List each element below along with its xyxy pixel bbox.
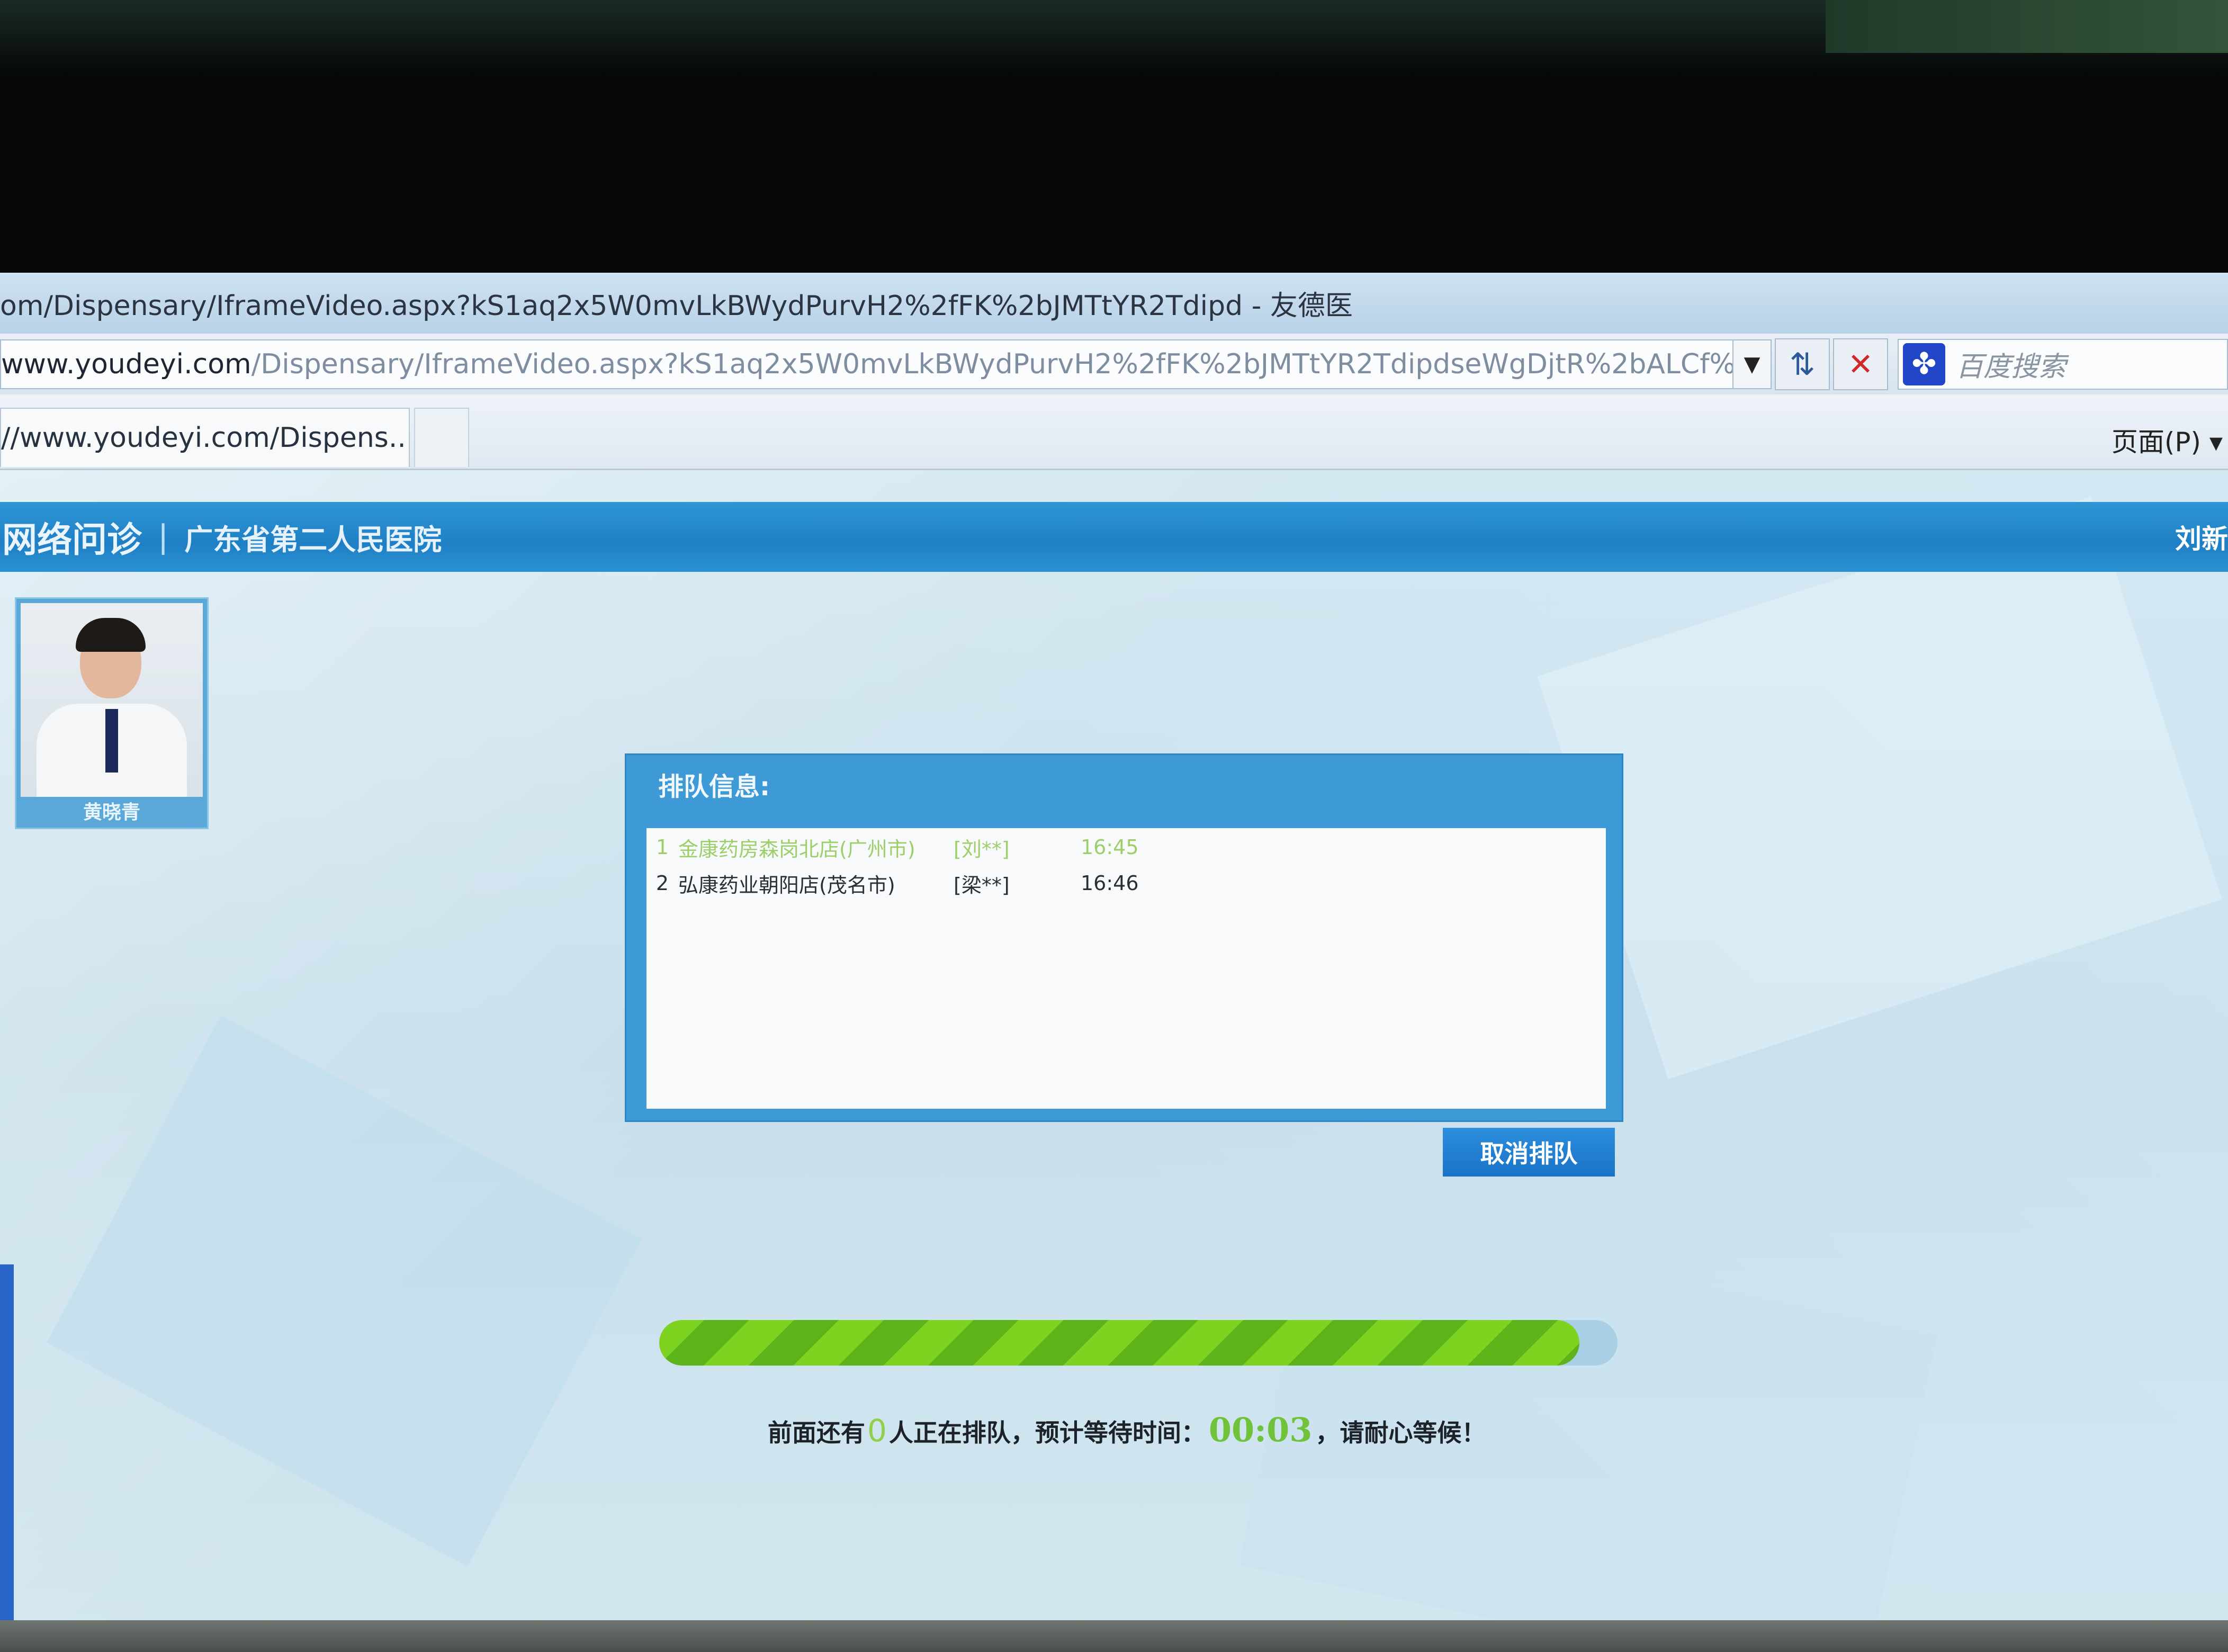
doctor-name: 黄晓青 <box>83 802 140 823</box>
monitor-bezel-bottom <box>0 1620 2228 1652</box>
queue-index: 2 <box>655 872 669 895</box>
page-menu[interactable]: 页面(P) ▾ <box>2112 421 2223 459</box>
queue-time: 16:46 <box>1081 872 1139 895</box>
chevron-down-icon[interactable]: ▼ <box>1733 339 1772 389</box>
left-edge-bar <box>0 1264 14 1620</box>
queue-list: 1 金康药房森岗北店(广州市) [刘**] 16:45 2 弘康药业朝阳店(茂名… <box>644 826 1608 1111</box>
wait-progress-fill <box>659 1320 1579 1366</box>
tab-strip: //www.youdeyi.com/Dispens... 页面(P) ▾ <box>0 394 2228 470</box>
wait-progress-bar <box>659 1320 1618 1366</box>
wait-time: 00:03 <box>1208 1411 1313 1449</box>
queue-panel: 排队信息: 1 金康药房森岗北店(广州市) [刘**] 16:45 2 弘康药业… <box>625 753 1623 1122</box>
page-menu-label: 页面(P) <box>2111 427 2201 457</box>
doctor-photo <box>21 603 203 797</box>
new-tab-button[interactable] <box>414 408 469 467</box>
window-title: om/Dispensary/IframeVideo.aspx?kS1aq2x5W… <box>0 290 1353 322</box>
web-page: 网络问诊 | 广东省第二人民医院 刘新 黄晓青 排队信息: 1 金康药房森岗北店… <box>0 470 2228 1620</box>
tab-label: //www.youdeyi.com/Dispens... <box>1 422 410 454</box>
queue-row: 2 弘康药业朝阳店(茂名市) [梁**] 16:46 <box>646 867 1187 899</box>
hospital-name: 广东省第二人民医院 <box>184 523 442 556</box>
photo-tie <box>105 709 118 773</box>
address-toolbar: www.youdeyi.com/Dispensary/IframeVideo.a… <box>0 334 2228 394</box>
background-glare <box>1826 0 2228 53</box>
cancel-queue-button[interactable]: 取消排队 <box>1443 1128 1615 1177</box>
queue-store: 金康药房森岗北店(广州市) <box>678 837 915 861</box>
queue-patient: [梁**] <box>954 873 1010 897</box>
background-shape <box>1537 496 2222 1080</box>
background-shape <box>47 1015 642 1567</box>
queue-time: 16:45 <box>1081 836 1139 859</box>
stop-icon[interactable]: ✕ <box>1833 338 1888 390</box>
refresh-icon[interactable]: ⇅ <box>1775 338 1830 390</box>
queue-title: 排队信息: <box>658 772 770 802</box>
window-title-bar: om/Dispensary/IframeVideo.aspx?kS1aq2x5W… <box>0 273 2228 334</box>
user-name[interactable]: 刘新 <box>2175 518 2228 556</box>
people-ahead-count: 0 <box>867 1413 887 1449</box>
status-prefix: 前面还有 <box>768 1418 865 1447</box>
site-header: 网络问诊 | 广东省第二人民医院 刘新 <box>0 502 2228 572</box>
queue-patient: [刘**] <box>954 837 1010 861</box>
baidu-paw-icon: ✤ <box>1903 343 1945 385</box>
address-bar[interactable]: www.youdeyi.com/Dispensary/IframeVideo.a… <box>0 339 1733 389</box>
search-placeholder: 百度搜索 <box>1956 351 2067 383</box>
address-host: www.youdeyi.com <box>1 348 251 380</box>
site-brand: 网络问诊 <box>2 519 142 560</box>
queue-status: 前面还有 0 人正在排队，预计等待时间： 00:03 ，请耐心等候！ <box>768 1411 1562 1449</box>
status-middle: 人正在排队，预计等待时间： <box>888 1418 1206 1447</box>
header-divider: | <box>158 518 169 555</box>
queue-index: 1 <box>655 836 669 859</box>
monitor-bezel-top <box>0 0 2228 275</box>
queue-store: 弘康药业朝阳店(茂名市) <box>678 873 895 897</box>
queue-row: 1 金康药房森岗北店(广州市) [刘**] 16:45 <box>646 831 1187 863</box>
search-input[interactable]: ✤ 百度搜索 <box>1898 338 2228 390</box>
tab-current[interactable]: //www.youdeyi.com/Dispens... <box>0 408 410 467</box>
address-path: /Dispensary/IframeVideo.aspx?kS1aq2x5W0m… <box>251 348 1733 380</box>
photo-hair <box>76 618 146 652</box>
doctor-card[interactable]: 黄晓青 <box>15 597 209 829</box>
status-suffix: ，请耐心等候！ <box>1315 1418 1486 1447</box>
